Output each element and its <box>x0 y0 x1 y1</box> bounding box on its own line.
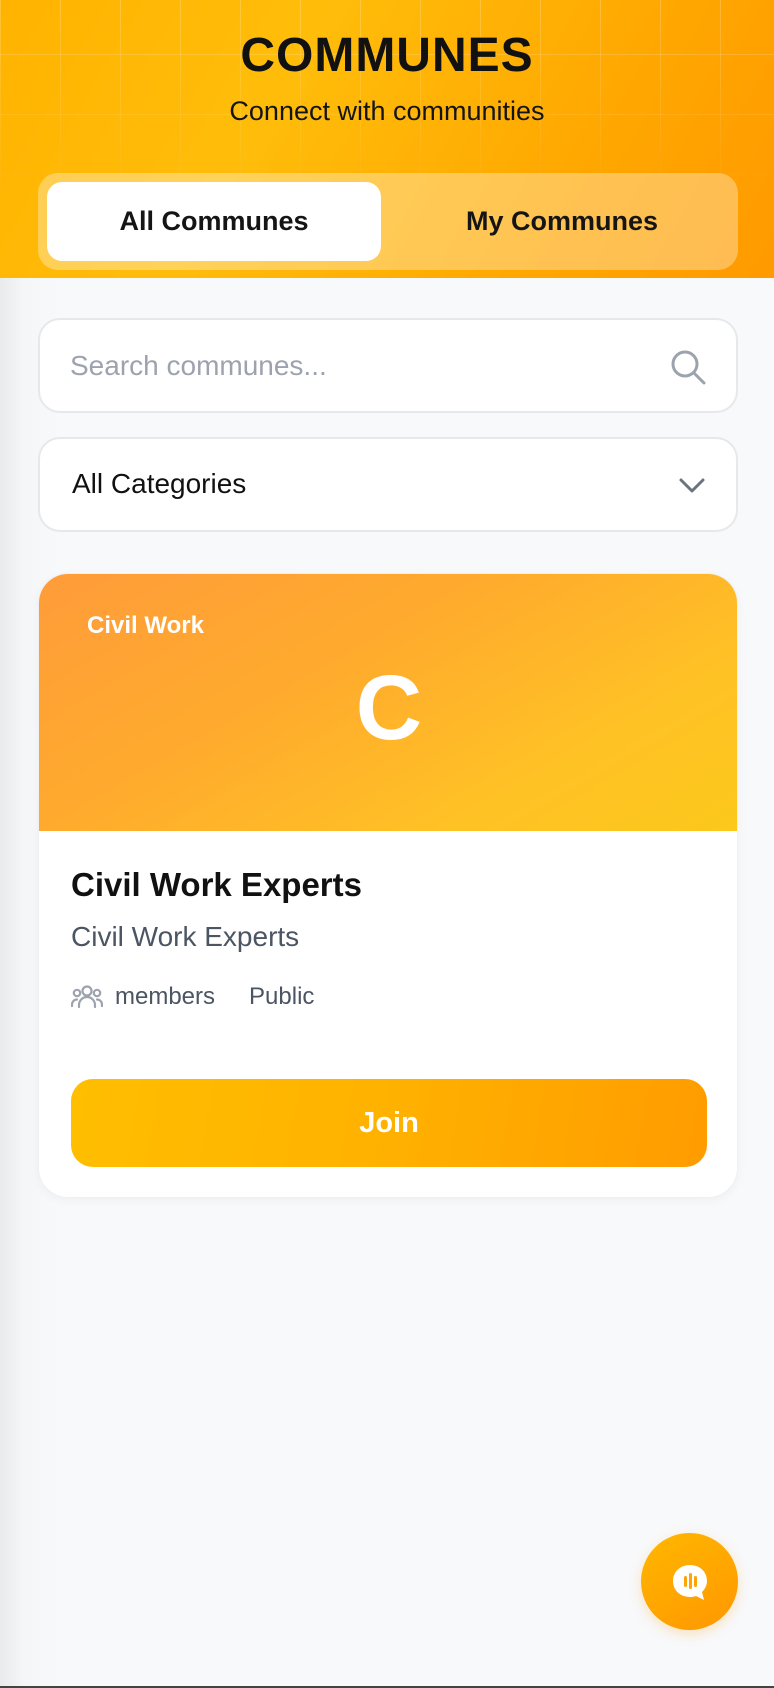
tab-my-communes[interactable]: My Communes <box>395 182 729 261</box>
commune-name: Civil Work Experts <box>71 866 362 903</box>
voice-chat-icon <box>672 1564 707 1600</box>
communes-page: COMMUNES Connect with communities All Co… <box>0 0 774 1688</box>
tab-bar: All Communes My Communes <box>38 173 738 270</box>
commune-banner: Civil Work C <box>39 574 737 831</box>
commune-category-label: Civil Work <box>87 612 204 639</box>
search-input[interactable] <box>70 342 650 390</box>
commune-meta: members Public <box>71 983 314 1011</box>
chevron-down-icon <box>679 478 705 493</box>
header: COMMUNES Connect with communities All Co… <box>0 0 774 278</box>
voice-chat-button[interactable] <box>641 1533 738 1630</box>
search-box <box>38 318 738 413</box>
commune-members-label: members <box>115 983 216 1010</box>
join-button[interactable]: Join <box>71 1079 707 1167</box>
tab-all-communes[interactable]: All Communes <box>47 182 381 261</box>
search-icon[interactable] <box>668 347 708 387</box>
commune-visibility: Public <box>249 983 315 1010</box>
users-icon <box>71 985 103 1009</box>
commune-card[interactable]: Civil Work C Civil Work Experts Civil Wo… <box>38 573 738 1198</box>
commune-description: Civil Work Experts <box>71 921 300 952</box>
commune-initial: C <box>355 657 423 759</box>
category-select-value: All Categories <box>72 468 247 499</box>
page-subtitle: Connect with communities <box>229 96 545 126</box>
category-select[interactable]: All Categories <box>38 437 738 532</box>
page-title: COMMUNES <box>240 29 534 82</box>
